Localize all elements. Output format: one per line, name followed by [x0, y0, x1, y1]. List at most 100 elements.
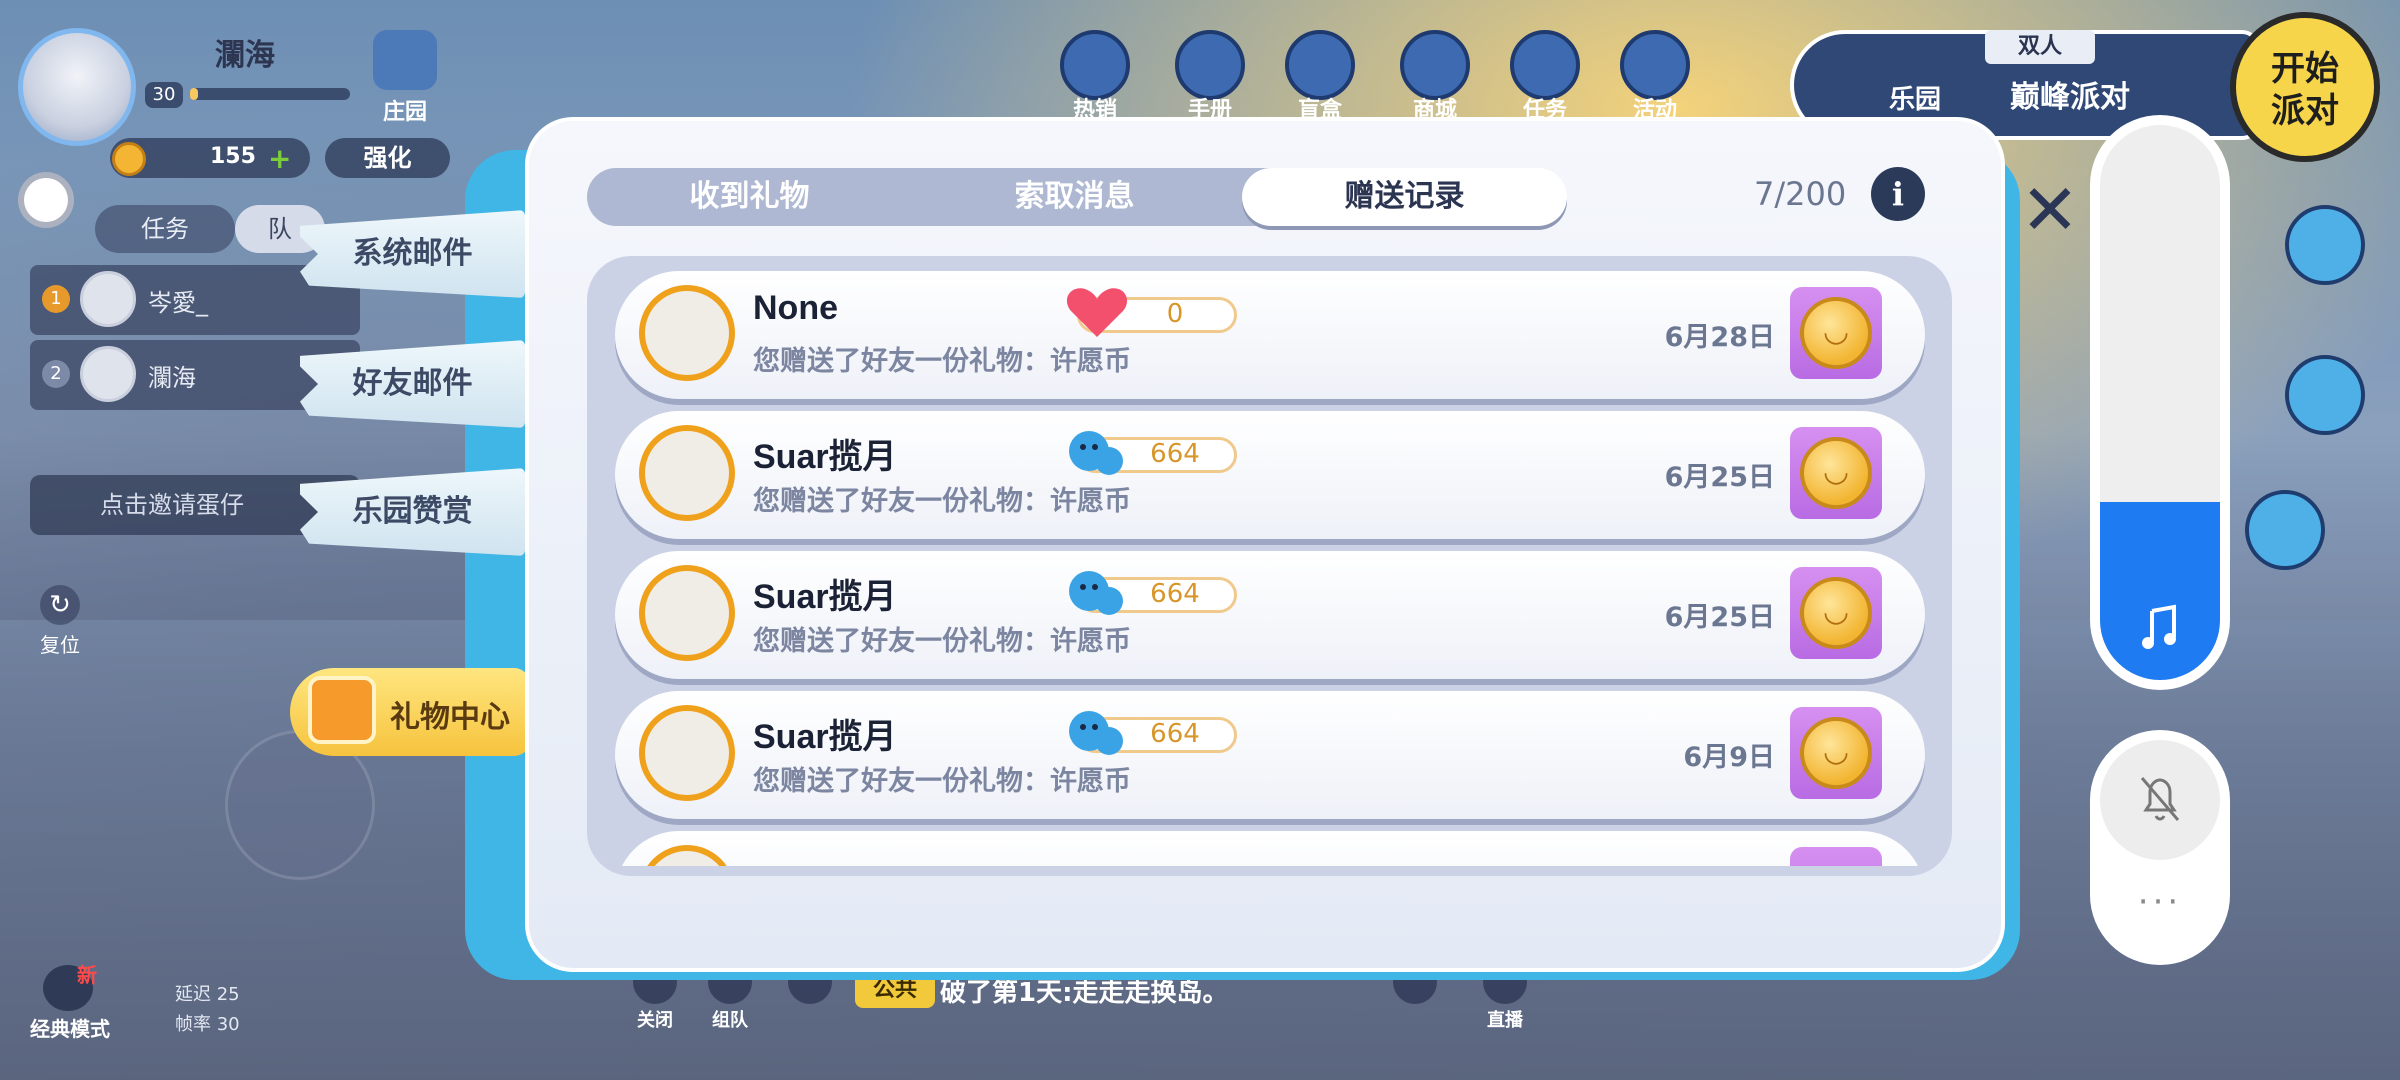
player-name: 瀾海 — [215, 38, 275, 73]
xp-bar — [190, 88, 350, 100]
player-level: 30 — [145, 82, 183, 108]
gift-item[interactable]: ◡ — [1790, 707, 1882, 799]
nav-event[interactable]: 活动 — [1610, 30, 1700, 123]
mute-button[interactable] — [2100, 740, 2220, 860]
tab-task[interactable]: 任务 — [95, 205, 235, 253]
more-options-button[interactable]: ··· — [2110, 885, 2210, 919]
volume-slider-panel[interactable] — [2090, 115, 2230, 690]
wish-coin-icon: ◡ — [1800, 717, 1872, 789]
wish-coin-icon: ◡ — [1800, 437, 1872, 509]
mode-title: 巅峰派对 — [2010, 80, 2130, 115]
dice-icon[interactable] — [2285, 205, 2365, 285]
nav-blind-box[interactable]: 盲盒 — [1275, 30, 1365, 123]
popularity-value: 664 — [1150, 719, 1200, 749]
friend-avatar[interactable] — [639, 845, 735, 866]
nav-task[interactable]: 任务 — [1500, 30, 1590, 123]
emote-icon[interactable] — [2245, 490, 2325, 570]
friend-avatar[interactable] — [639, 565, 735, 661]
gift-date: 6月25日 — [1664, 462, 1775, 493]
friend-name: Suar揽月 — [753, 438, 897, 476]
nav-handbook[interactable]: 手册 — [1165, 30, 1255, 123]
team-voice-label: 组队 — [712, 1010, 748, 1031]
friend-avatar[interactable] — [639, 705, 735, 801]
volume-track[interactable] — [2100, 125, 2220, 680]
music-note-icon — [2142, 604, 2176, 649]
list-item[interactable]: Suar揽月 664 您赠送了好友一份礼物：许愿币 6月9日 ◡ — [615, 691, 1925, 819]
reset-icon: ↻ — [40, 585, 80, 625]
team-member-name: 岑愛_ — [148, 289, 208, 317]
volume-fill[interactable] — [2100, 502, 2220, 680]
new-badge: 新 — [77, 963, 97, 987]
gift-item[interactable]: ◡ — [1790, 287, 1882, 379]
tab-received-gifts[interactable]: 收到礼物 — [587, 168, 912, 226]
gift-description: 您赠送了好友一份礼物：许愿币 — [753, 486, 1131, 517]
close-modal-button[interactable]: ✕ — [2010, 170, 2090, 250]
latency-label: 延迟 25 — [175, 984, 240, 1005]
shop-icon — [1400, 30, 1470, 100]
fps-label: 帧率 30 — [175, 1014, 240, 1035]
popularity-value: 664 — [1150, 579, 1200, 609]
start-label: 开始 — [2271, 49, 2339, 89]
home-label: 庄园 — [382, 100, 427, 125]
gift-icon — [308, 676, 376, 744]
record-counter: 7/200 — [1754, 175, 1847, 213]
team-member-number: 2 — [42, 360, 70, 388]
gift-tabs: 收到礼物 索取消息 赠送记录 — [587, 168, 1567, 226]
close-voice-label: 关闭 — [637, 1010, 673, 1031]
info-icon[interactable]: i — [1871, 167, 1925, 221]
team-member-avatar — [80, 271, 136, 327]
reset-label: 复位 — [40, 633, 80, 657]
list-scroll-area[interactable]: None 0 您赠送了好友一份礼物：许愿币 6月28日 ◡ Suar揽月 664… — [587, 256, 1952, 866]
coin-value: 155 — [210, 144, 256, 169]
popularity-value: 0 — [1166, 299, 1184, 329]
list-item[interactable] — [615, 831, 1925, 866]
start-party-button[interactable]: 开始 派对 — [2230, 12, 2380, 162]
bell-off-icon — [2140, 777, 2180, 821]
gift-description: 您赠送了好友一份礼物：许愿币 — [753, 346, 1131, 377]
classic-mode-label: 经典模式 — [30, 1017, 110, 1041]
home-icon — [373, 30, 437, 90]
friend-avatar[interactable] — [639, 425, 735, 521]
nav-hot-sale[interactable]: 热销 — [1050, 30, 1140, 123]
mute-panel: ··· — [2090, 730, 2230, 965]
gift-item[interactable]: ◡ — [1790, 567, 1882, 659]
tab-sent-records[interactable]: 赠送记录 — [1242, 168, 1567, 226]
nav-shop[interactable]: 商城 — [1390, 30, 1480, 123]
reset-button[interactable]: ↻ 复位 — [30, 585, 90, 657]
live-label: 直播 — [1487, 1010, 1523, 1031]
list-item[interactable]: None 0 您赠送了好友一份礼物：许愿币 6月28日 ◡ — [615, 271, 1925, 399]
add-coin-button[interactable]: + — [268, 142, 291, 175]
gift-date: 6月25日 — [1664, 602, 1775, 633]
friend-name: Suar揽月 — [753, 578, 897, 616]
gift-description: 您赠送了好友一份礼物：许愿币 — [753, 766, 1131, 797]
xp-bar-fill — [190, 88, 198, 100]
gift-item[interactable] — [1790, 847, 1882, 866]
friend-avatar[interactable] — [639, 285, 735, 381]
gift-center-label: 礼物中心 — [390, 700, 510, 735]
friend-name: Suar揽月 — [753, 718, 897, 756]
blind-box-icon — [1285, 30, 1355, 100]
party-label: 派对 — [2271, 91, 2339, 131]
task-icon — [1510, 30, 1580, 100]
player-avatar[interactable] — [18, 28, 136, 146]
gift-item[interactable]: ◡ — [1790, 427, 1882, 519]
gift-description: 您赠送了好友一份礼物：许愿币 — [753, 626, 1131, 657]
floating-dot[interactable] — [18, 172, 74, 228]
coin-counter[interactable]: 155 + — [110, 138, 310, 178]
gift-date: 6月9日 — [1683, 742, 1775, 773]
handbook-icon — [1175, 30, 1245, 100]
wish-coin-icon: ◡ — [1800, 577, 1872, 649]
strengthen-button[interactable]: 强化 — [325, 138, 450, 178]
home-button[interactable]: 庄园 — [365, 30, 445, 125]
list-item[interactable]: Suar揽月 664 您赠送了好友一份礼物：许愿币 6月25日 ◡ — [615, 411, 1925, 539]
team-member-number: 1 — [42, 285, 70, 313]
coin-icon — [112, 142, 146, 176]
list-item[interactable]: Suar揽月 664 您赠送了好友一份礼物：许愿币 6月25日 ◡ — [615, 551, 1925, 679]
sent-records-list[interactable]: None 0 您赠送了好友一份礼物：许愿币 6月28日 ◡ Suar揽月 664… — [587, 256, 1952, 876]
hat-icon[interactable] — [2285, 355, 2365, 435]
wish-coin-icon: ◡ — [1800, 297, 1872, 369]
team-member-avatar — [80, 346, 136, 402]
classic-mode-button[interactable]: 新 经典模式 — [25, 963, 115, 1041]
tab-request-messages[interactable]: 索取消息 — [912, 168, 1237, 226]
tab-gift-center[interactable]: 礼物中心 — [290, 668, 530, 756]
